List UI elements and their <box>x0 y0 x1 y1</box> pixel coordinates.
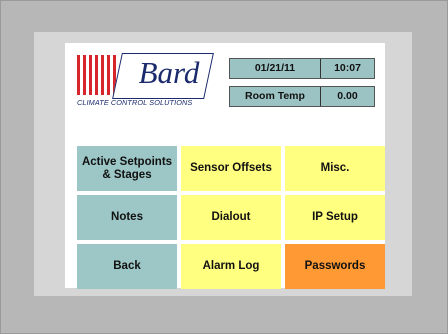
active-setpoints-button[interactable]: Active Setpoints & Stages <box>77 146 177 191</box>
ip-setup-button[interactable]: IP Setup <box>285 195 385 240</box>
logo-brand: Bard <box>138 55 200 90</box>
passwords-button[interactable]: Passwords <box>285 244 385 289</box>
alarm-log-button[interactable]: Alarm Log <box>181 244 281 289</box>
time-value: 10:07 <box>334 62 361 74</box>
date-value: 01/21/11 <box>254 62 296 74</box>
touch-screen: Bard CLIMATE CONTROL SOLUTIONS 01/21/11 … <box>65 43 385 289</box>
sensor-offsets-button[interactable]: Sensor Offsets <box>181 146 281 191</box>
logo-tagline: CLIMATE CONTROL SOLUTIONS <box>77 98 193 107</box>
misc-button[interactable]: Misc. <box>285 146 385 191</box>
menu-button-grid: Active Setpoints & Stages Sensor Offsets… <box>77 146 385 289</box>
room-temp-value: 0.00 <box>337 90 358 102</box>
room-temp-label: Room Temp <box>245 90 305 102</box>
back-button[interactable]: Back <box>77 244 177 289</box>
notes-button[interactable]: Notes <box>77 195 177 240</box>
bard-logo: Bard CLIMATE CONTROL SOLUTIONS <box>77 53 214 109</box>
logo-stripes-icon <box>77 55 119 95</box>
room-temp-display: Room Temp 0.00 <box>229 86 375 107</box>
date-time-display: 01/21/11 10:07 <box>229 58 375 79</box>
dialout-button[interactable]: Dialout <box>181 195 281 240</box>
